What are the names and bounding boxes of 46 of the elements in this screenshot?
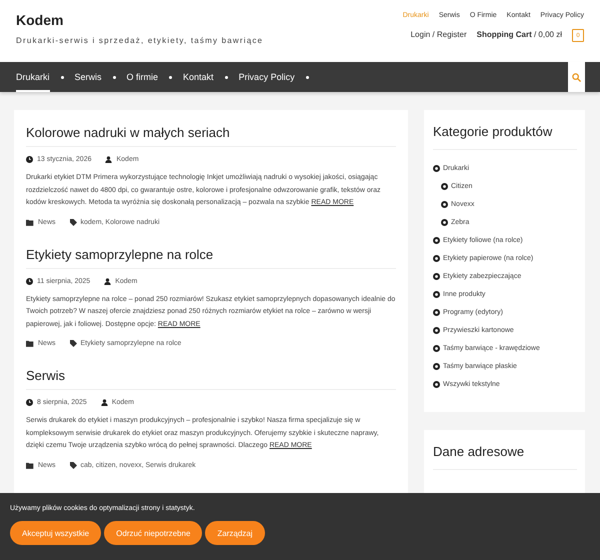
tag-icon (70, 462, 77, 468)
folder-icon (26, 462, 34, 468)
nav-link[interactable]: Drukarki (16, 62, 50, 92)
nav-link[interactable]: Serwis (74, 62, 102, 92)
folder-icon (26, 218, 34, 226)
separator-dot (112, 76, 116, 78)
bullet-icon (433, 344, 440, 352)
search-button[interactable] (568, 62, 585, 92)
post-title[interactable]: Serwis (26, 368, 396, 390)
tag-icon (70, 340, 77, 347)
separator-dot (224, 76, 228, 78)
widget-title: Kategorie produktów (433, 124, 577, 150)
site-tagline: Drukarki-serwis i sprzedaż, etykiety, taśmy bawriące (16, 36, 264, 45)
user-icon (100, 399, 108, 406)
bullet-icon (433, 164, 440, 172)
bullet-icon (433, 380, 440, 388)
cart-link[interactable]: Shopping Cart / 0,00 zł (476, 30, 562, 39)
site-title[interactable]: Kodem (16, 12, 264, 28)
bullet-icon (433, 254, 440, 262)
tag-icon (70, 218, 77, 226)
nav-link[interactable]: Kontakt (183, 62, 214, 92)
login-link[interactable]: Login / Register (410, 30, 467, 39)
separator-dot (60, 76, 64, 78)
folder-icon (26, 340, 34, 347)
bullet-icon (433, 308, 440, 316)
bullet-icon (433, 290, 440, 298)
bullet-icon (433, 272, 440, 280)
bullet-icon (433, 362, 440, 370)
user-icon (105, 156, 112, 163)
user-icon (104, 278, 112, 284)
bullet-icon (433, 326, 440, 334)
clock-icon (26, 278, 33, 284)
bullet-icon (441, 200, 448, 208)
separator-dot (306, 76, 309, 78)
post-title[interactable]: Kolorowe nadruki w małych seriach (26, 125, 396, 147)
clock-icon (26, 156, 33, 163)
bullet-icon (441, 182, 448, 190)
widget-title: Dane adresowe (433, 444, 577, 470)
separator-dot (169, 76, 172, 78)
post-title[interactable]: Etykiety samoprzylepne na rolce (26, 246, 396, 268)
search-icon (572, 72, 581, 82)
nav-link[interactable]: Privacy Policy (238, 62, 295, 92)
bullet-icon (433, 236, 440, 244)
clock-icon (26, 399, 33, 406)
nav-link[interactable]: O firmie (126, 62, 158, 92)
bullet-icon (441, 218, 448, 226)
